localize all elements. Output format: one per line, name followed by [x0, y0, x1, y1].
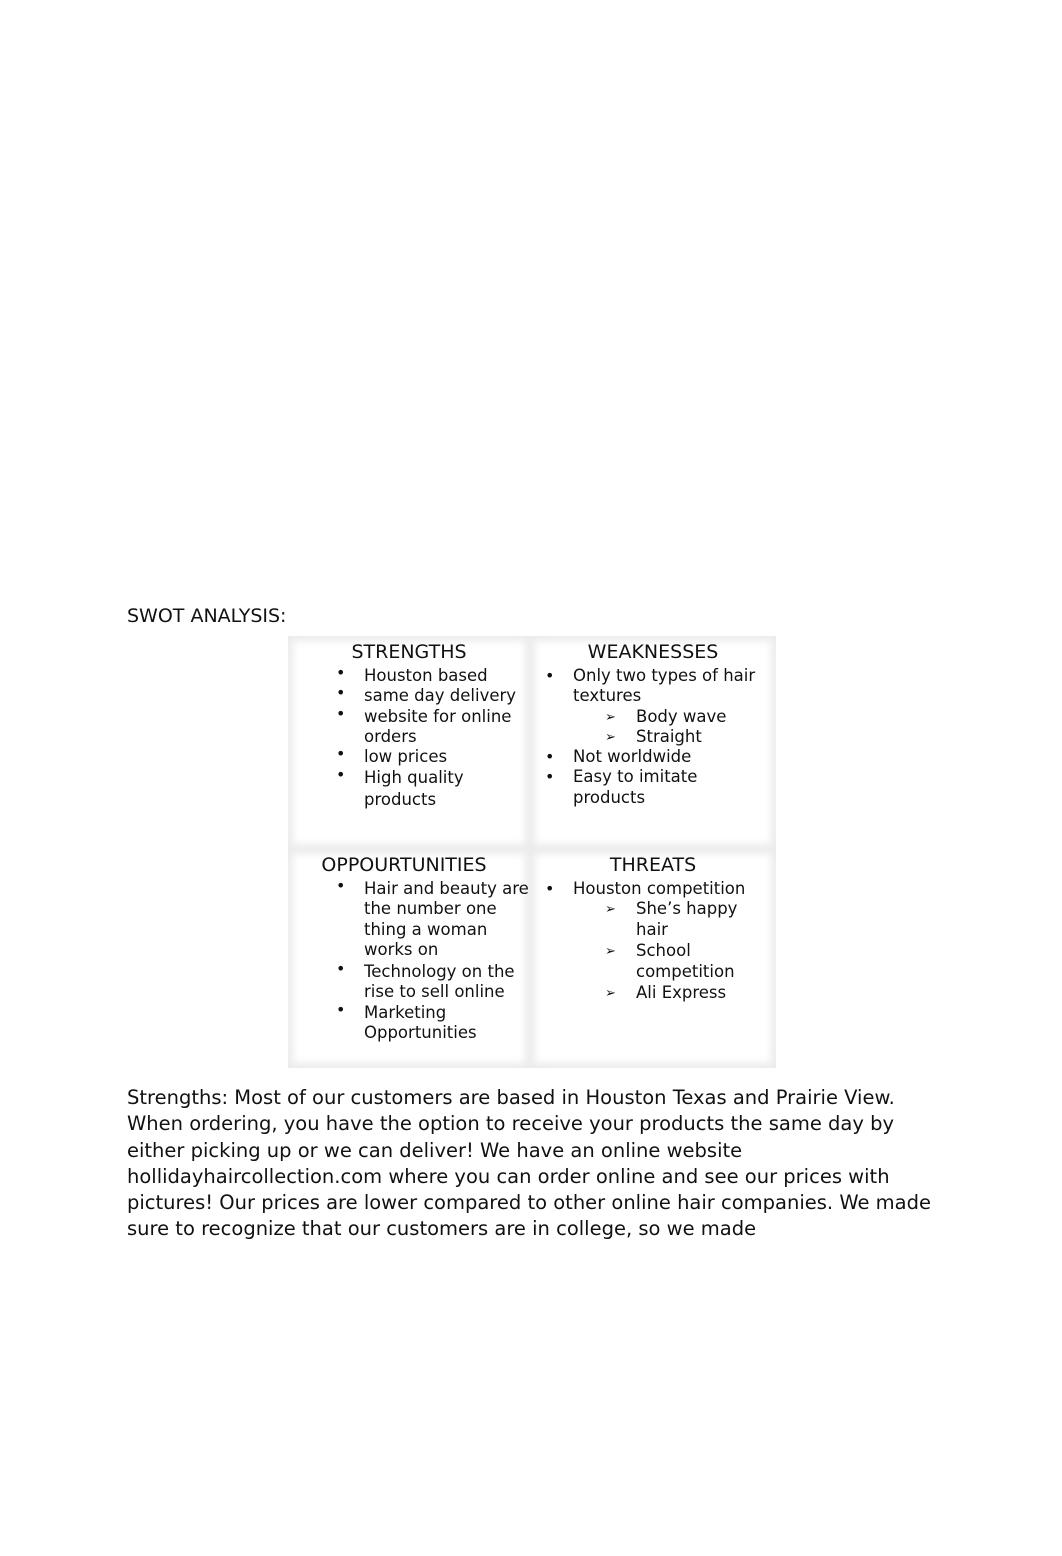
- item-text: Not worldwide: [573, 747, 692, 767]
- sub-list: ➢ She’s happy hair ➢ School competition ➢ A…: [573, 899, 773, 1003]
- list-item: • Only two types of hair textures ➢ Body w…: [545, 666, 773, 748]
- weaknesses-title: WEAKNESSES: [587, 641, 719, 663]
- sub-list: ➢ Body wave ➢ Straight: [573, 707, 773, 748]
- opportunities-list: • Hair and beauty are the number one thin…: [336, 876, 534, 1044]
- item-text: low prices: [364, 747, 448, 767]
- sub-item-text: School competition: [636, 940, 735, 982]
- item-text: Only two types of hair textures: [573, 666, 756, 706]
- list-item: • High quality products: [336, 765, 534, 810]
- opportunities-title: OPPOURTUNITIES: [321, 854, 487, 876]
- arrow-bullet-icon: ➢: [605, 943, 616, 959]
- arrow-bullet-icon: ➢: [605, 709, 616, 725]
- item-text: High quality products: [364, 768, 464, 809]
- sub-list-item: ➢ Straight: [573, 727, 773, 747]
- bullet-icon: •: [545, 747, 555, 767]
- sub-list-item: ➢ She’s happy hair: [573, 899, 746, 940]
- bullet-icon: •: [336, 959, 346, 979]
- list-item: • low prices: [336, 744, 534, 767]
- list-item: • same day delivery: [336, 683, 534, 706]
- weaknesses-cell: WEAKNESSES • Only two types of hair textu…: [530, 636, 776, 849]
- bullet-icon: •: [336, 703, 346, 723]
- list-item: • Easy to imitate products: [545, 767, 773, 808]
- bullet-icon: •: [545, 879, 555, 898]
- strengths-cell: STRENGTHS • Houston based • same day deliv…: [288, 636, 530, 849]
- item-text: Technology on the rise to sell online: [364, 962, 515, 1002]
- arrow-bullet-icon: ➢: [605, 729, 616, 745]
- item-text: Houston competition: [573, 879, 746, 898]
- item-text: Houston based: [364, 666, 488, 685]
- bullet-icon: •: [336, 765, 346, 785]
- bullet-icon: •: [545, 666, 555, 685]
- list-item: • Technology on the rise to sell online: [336, 959, 534, 1003]
- list-item: • Not worldwide: [545, 747, 773, 767]
- threats-cell: THREATS • Houston competition ➢ She’s happ…: [530, 849, 776, 1068]
- sub-list-item: ➢ Ali Express: [573, 983, 773, 1003]
- item-text: Easy to imitate products: [573, 767, 698, 807]
- list-item: • Marketing Opportunities: [336, 1000, 534, 1044]
- arrow-bullet-icon: ➢: [605, 902, 616, 918]
- swot-table: STRENGTHS • Houston based • same day deliv…: [288, 636, 776, 1068]
- threats-list: • Houston competition ➢ She’s happy hair ➢…: [545, 879, 773, 1003]
- list-item: • Houston competition ➢ She’s happy hair ➢…: [545, 879, 773, 1003]
- strengths-title: STRENGTHS: [351, 641, 467, 663]
- sub-item-text: Ali Express: [636, 982, 727, 1002]
- bullet-icon: •: [336, 999, 346, 1019]
- opportunities-cell: OPPOURTUNITIES • Hair and beauty are the …: [288, 849, 530, 1068]
- item-text: Hair and beauty are the number one thing…: [364, 879, 529, 959]
- arrow-bullet-icon: ➢: [605, 985, 616, 1001]
- bullet-icon: •: [336, 876, 346, 895]
- item-text: same day delivery: [364, 686, 517, 706]
- strengths-paragraph: Strengths: Most of our customers are bas…: [127, 1086, 931, 1241]
- sub-list-item: ➢ Body wave: [573, 707, 773, 727]
- strengths-list: • Houston based • same day delivery • websi…: [336, 663, 534, 810]
- sub-list-item: ➢ School competition: [573, 940, 746, 983]
- bullet-icon: •: [336, 663, 346, 682]
- item-text: website for online orders: [364, 706, 512, 746]
- sub-item-text: Straight: [636, 726, 702, 746]
- sub-item-text: Body wave: [636, 706, 727, 726]
- list-item: • Houston based: [336, 663, 534, 686]
- list-item: • website for online orders: [336, 704, 534, 748]
- swot-heading: SWOT ANALYSIS:: [127, 605, 287, 627]
- bullet-icon: •: [336, 744, 346, 764]
- item-text: Marketing Opportunities: [364, 1002, 477, 1043]
- bullet-icon: •: [336, 683, 346, 703]
- sub-item-text: She’s happy hair: [636, 899, 738, 939]
- bullet-icon: •: [545, 767, 555, 787]
- list-item: • Hair and beauty are the number one thin…: [336, 876, 534, 960]
- weaknesses-list: • Only two types of hair textures ➢ Body w…: [545, 666, 773, 808]
- threats-title: THREATS: [609, 854, 697, 876]
